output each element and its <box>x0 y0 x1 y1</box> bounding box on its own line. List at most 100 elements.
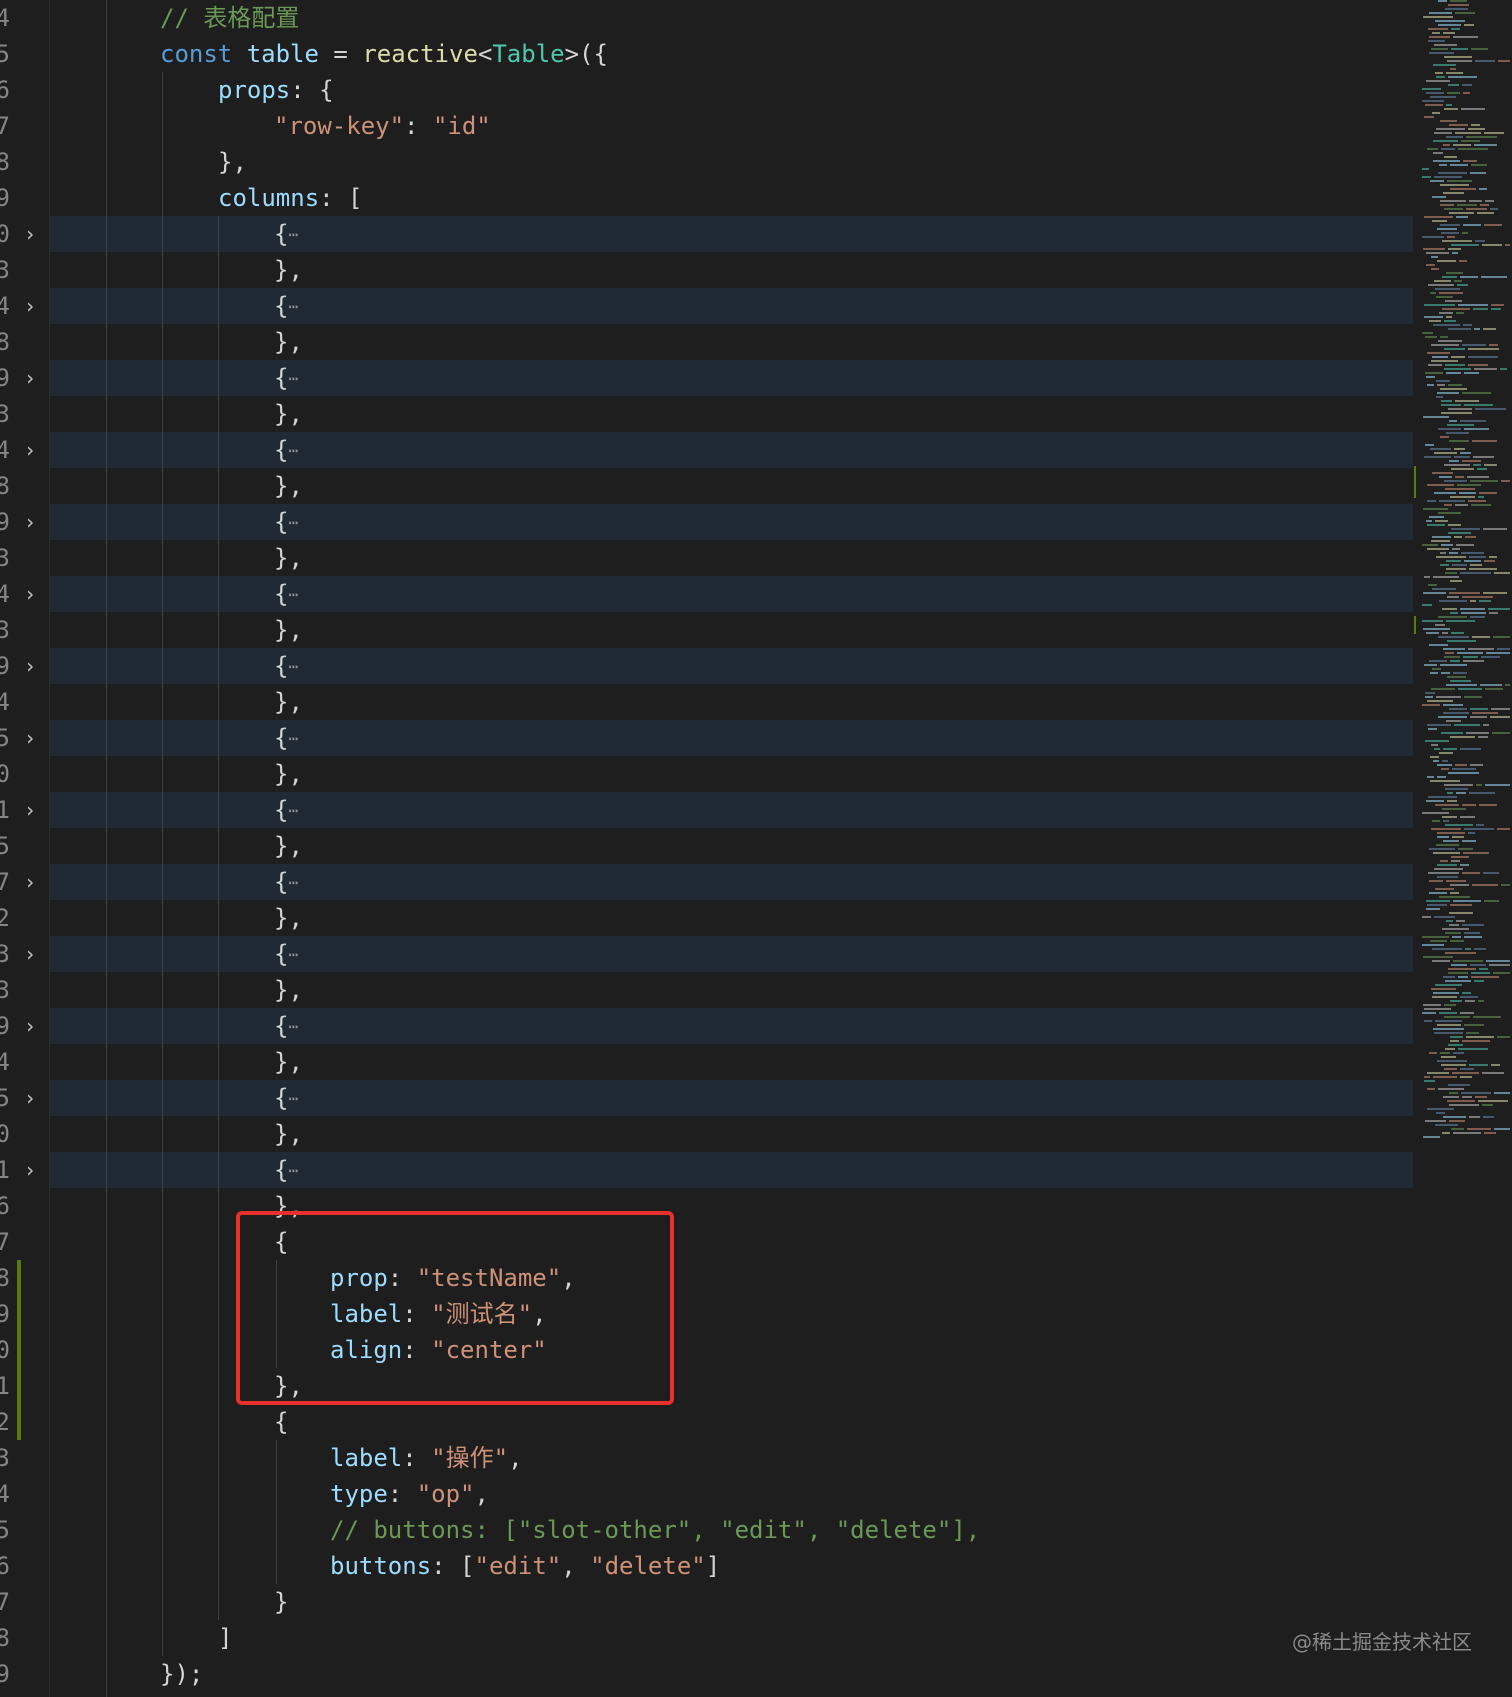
minimap-line <box>1462 804 1476 806</box>
code-line[interactable]: 4}, <box>0 1044 1412 1080</box>
code-line[interactable]: 0 align: "center" <box>0 1332 1412 1368</box>
code-line[interactable]: 0}, <box>0 756 1412 792</box>
minimap-line <box>1434 1032 1463 1034</box>
code-line[interactable]: 5}, <box>0 828 1412 864</box>
chevron-right-icon[interactable]: › <box>24 864 40 900</box>
code-line[interactable]: 4 type: "op", <box>0 1476 1412 1512</box>
code-line[interactable]: 3}, <box>0 972 1412 1008</box>
chevron-right-icon[interactable]: › <box>24 936 40 972</box>
folded-code-line[interactable]: 9 › {⋯ <box>0 360 1413 396</box>
folded-code-line[interactable]: 5 › {⋯ <box>0 720 1413 756</box>
minimap-line <box>1453 672 1467 674</box>
chevron-right-icon[interactable]: › <box>24 1008 40 1044</box>
code-token: { <box>274 796 289 824</box>
minimap-line <box>1448 84 1459 86</box>
code-line[interactable]: 3 label: "操作", <box>0 1440 1412 1476</box>
code-line[interactable]: 9 columns: [ <box>0 180 1412 216</box>
folded-code-line[interactable]: 7 › {⋯ <box>0 864 1413 900</box>
chevron-right-icon[interactable]: › <box>24 504 40 540</box>
code-line[interactable]: 3}, <box>0 540 1412 576</box>
minimap-line <box>1433 992 1459 994</box>
chevron-right-icon[interactable]: › <box>24 432 40 468</box>
folded-code-line[interactable]: 4 › {⋯ <box>0 288 1413 324</box>
code-line[interactable]: 8] <box>0 1620 1412 1656</box>
folded-code-line[interactable]: 1 › {⋯ <box>0 1152 1413 1188</box>
chevron-right-icon[interactable]: › <box>24 720 40 756</box>
minimap-line <box>1424 576 1430 578</box>
code-line[interactable]: 6 props: { <box>0 72 1412 108</box>
minimap-line <box>1486 960 1510 962</box>
minimap-line <box>1422 236 1444 238</box>
folded-code-line[interactable]: 4 › {⋯ <box>0 576 1413 612</box>
code-line[interactable]: 3}, <box>0 396 1412 432</box>
minimap-line <box>1433 576 1459 578</box>
code-line[interactable]: 7 "row-key": "id" <box>0 108 1412 144</box>
minimap-line <box>1430 780 1460 782</box>
folded-code-line[interactable]: 9 › {⋯ <box>0 1008 1413 1044</box>
minimap-line <box>1456 312 1464 314</box>
folded-code-line[interactable]: 4 › {⋯ <box>0 432 1413 468</box>
chevron-right-icon[interactable]: › <box>24 1080 40 1116</box>
minimap-line <box>1474 144 1497 146</box>
code-line[interactable]: 7} <box>0 1584 1412 1620</box>
minimap-line <box>1428 872 1459 874</box>
folded-code-line[interactable]: 0 › {⋯ <box>0 216 1413 252</box>
folded-code-line[interactable]: 5 › {⋯ <box>0 1080 1413 1116</box>
chevron-right-icon[interactable]: › <box>24 1152 40 1188</box>
minimap-line <box>1438 1088 1464 1090</box>
code-line[interactable]: 8}, <box>0 324 1412 360</box>
code-editor[interactable]: 4 // 表格配置 5 const table = reactive<Table>({… <box>0 0 1512 1697</box>
code-text: {⋯ <box>274 1008 298 1044</box>
chevron-right-icon[interactable]: › <box>24 792 40 828</box>
folded-code-line[interactable]: 9 › {⋯ <box>0 648 1413 684</box>
code-line[interactable]: 5 // buttons: ["slot-other", "edit", "del… <box>0 1512 1412 1548</box>
minimap[interactable] <box>1418 0 1512 1160</box>
minimap-line <box>1474 368 1497 370</box>
minimap-line <box>1429 36 1450 38</box>
code-line[interactable]: 7{ <box>0 1224 1412 1260</box>
code-line[interactable]: 9 label: "测试名", <box>0 1296 1412 1332</box>
minimap-line <box>1434 868 1463 870</box>
code-line[interactable]: 3}, <box>0 252 1412 288</box>
minimap-line <box>1435 1124 1458 1126</box>
minimap-line <box>1451 632 1464 634</box>
code-token: { <box>274 508 289 536</box>
minimap-line <box>1445 952 1476 954</box>
folded-code-line[interactable]: 3 › {⋯ <box>0 936 1413 972</box>
chevron-right-icon[interactable]: › <box>24 360 40 396</box>
minimap-line <box>1427 484 1454 486</box>
code-line[interactable]: 9}); <box>0 1656 1412 1692</box>
chevron-right-icon[interactable]: › <box>24 648 40 684</box>
minimap-line <box>1472 636 1490 638</box>
code-line[interactable]: 8}, <box>0 144 1412 180</box>
minimap-line <box>1423 628 1450 630</box>
code-line[interactable]: 1}, <box>0 1368 1412 1404</box>
code-line[interactable]: 8}, <box>0 468 1412 504</box>
minimap-line <box>1422 936 1449 938</box>
code-line[interactable]: 3}, <box>0 612 1412 648</box>
minimap-line <box>1435 520 1448 522</box>
code-line[interactable]: 0}, <box>0 1116 1412 1152</box>
code-token: }, <box>274 976 303 1004</box>
minimap-line <box>1450 884 1469 886</box>
code-line[interactable]: 6}, <box>0 1188 1412 1224</box>
folded-code-line[interactable]: 1 › {⋯ <box>0 792 1413 828</box>
code-line[interactable]: 8 prop: "testName", <box>0 1260 1412 1296</box>
folded-code-line[interactable]: 9 › {⋯ <box>0 504 1413 540</box>
chevron-right-icon[interactable]: › <box>24 288 40 324</box>
code-line[interactable]: 4}, <box>0 684 1412 720</box>
minimap-line <box>1462 392 1491 394</box>
code-line[interactable]: 6 buttons: ["edit", "delete"] <box>0 1548 1412 1584</box>
code-line[interactable]: 2{ <box>0 1404 1412 1440</box>
minimap-line <box>1430 448 1451 450</box>
minimap-line <box>1460 1076 1472 1078</box>
code-line[interactable]: 2}, <box>0 900 1412 936</box>
minimap-line <box>1477 212 1494 214</box>
code-line[interactable]: 4 // 表格配置 <box>0 0 1412 36</box>
minimap-line <box>1431 540 1450 542</box>
chevron-right-icon[interactable]: › <box>24 576 40 612</box>
minimap-line <box>1448 772 1479 774</box>
minimap-line <box>1446 316 1452 318</box>
code-line[interactable]: 5 const table = reactive<Table>({ <box>0 36 1412 72</box>
chevron-right-icon[interactable]: › <box>24 216 40 252</box>
